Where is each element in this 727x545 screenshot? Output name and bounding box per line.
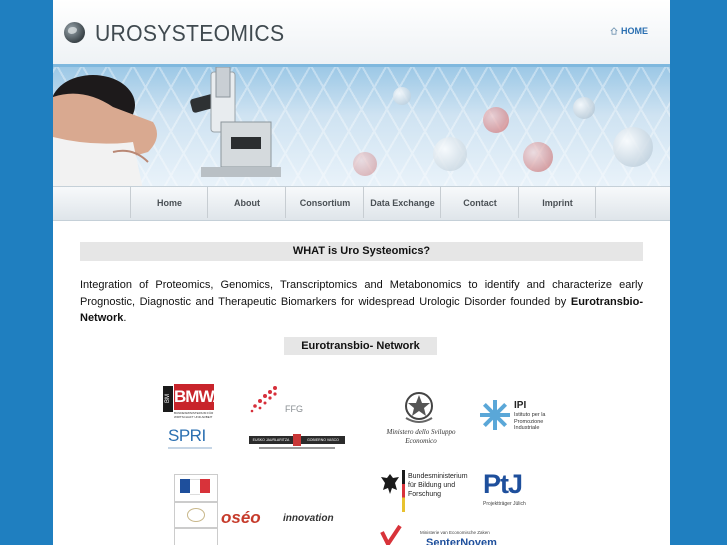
german-eagle-icon [381,474,399,494]
network-title: Eurotransbio- Network [284,337,437,355]
main-nav: Home About Consortium Data Exchange Cont… [53,186,670,221]
spri-logo[interactable]: SPRI [168,426,218,454]
basque-government-logo[interactable]: EUSKO JAURLARITZA GOBIERNO VASCO [249,434,345,454]
nav-item-imprint[interactable]: Imprint [518,187,596,218]
italian-emblem-icon [405,392,433,423]
page: UROSYSTEOMICS HOME Home About Consortium… [53,0,670,545]
site-title: UROSYSTEOMICS [95,20,285,46]
senternovem-logo[interactable]: Ministerie van Economische Zaken SenterN… [380,524,520,545]
header: UROSYSTEOMICS HOME [53,0,670,64]
content-title: WHAT is Uro Systeomics? [80,242,643,261]
oseo-logo[interactable]: oséo innovation [221,508,337,530]
nav-item-home[interactable]: Home [130,187,208,218]
ipi-snowflake-icon [480,400,510,430]
home-link-label: HOME [621,26,648,36]
microscope-image [190,67,281,177]
nav-item-data-exchange[interactable]: Data Exchange [363,187,441,218]
globe-icon [64,22,85,43]
home-icon [610,27,618,35]
bmbf-logo[interactable]: Bundesministerium für Bildung und Forsch… [380,470,475,514]
french-ministry-logo[interactable] [174,474,218,545]
bmwa-logo[interactable]: BM BMWA BUNDESMINISTERIUM FÜR WIRTSCHAFT… [163,384,225,422]
banner-image [53,64,670,189]
ffg-emblem-icon [250,386,277,413]
ministero-logo[interactable]: Ministero dello Sviluppo Economico [380,386,462,454]
senternovem-mark-icon [380,524,402,545]
ptj-logo[interactable]: PtJ Projektträger Jülich [483,468,547,512]
nav-item-consortium[interactable]: Consortium [285,187,364,218]
ipi-logo[interactable]: IPI Istituto per la Promozione Industria… [478,398,558,434]
nav-item-about[interactable]: About [207,187,286,218]
intro-paragraph: Integration of Proteomics, Genomics, Tra… [80,279,643,324]
ffg-logo[interactable]: FFG [249,384,305,418]
home-link[interactable]: HOME [610,26,648,36]
nav-item-contact[interactable]: Contact [440,187,519,218]
